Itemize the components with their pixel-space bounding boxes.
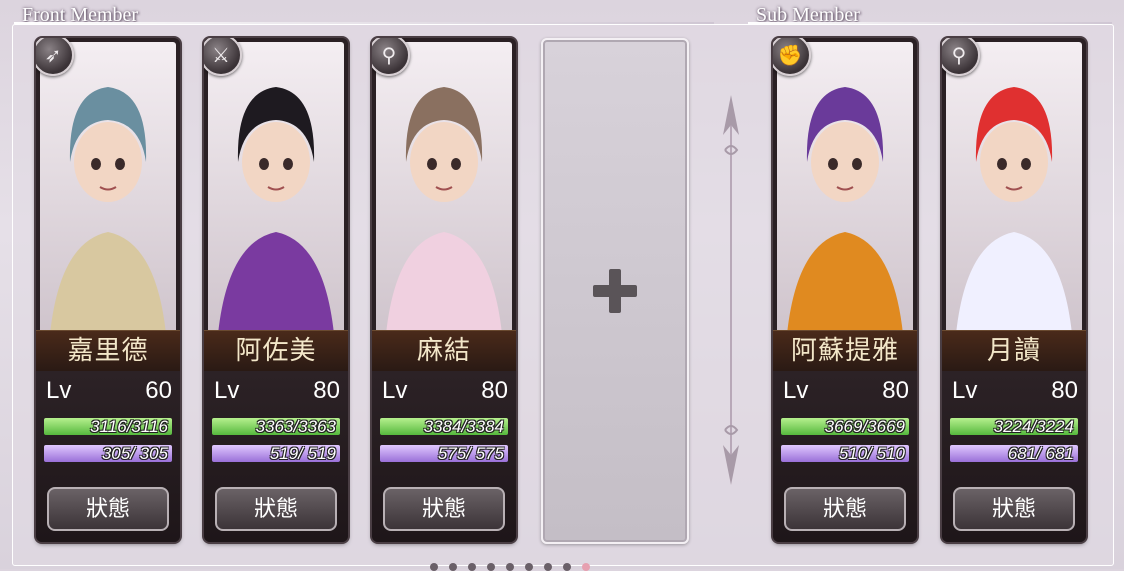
member-stats: Lv 60 3116/3116 305/ 305 狀態 <box>36 371 180 542</box>
member-card[interactable]: ➶ 嘉里德 Lv 60 3116/3116 305/ 305 狀態 <box>36 38 180 542</box>
level-value: 80 <box>1051 377 1078 404</box>
plus-icon <box>593 269 637 313</box>
page-dot[interactable] <box>563 563 571 571</box>
level-label: Lv <box>382 377 408 404</box>
member-name: 阿蘇提雅 <box>773 330 917 372</box>
mp-bar: 305/ 305 <box>44 445 172 462</box>
hp-bar: 3363/3363 <box>212 418 340 435</box>
member-stats: Lv 80 3384/3384 575/ 575 狀態 <box>372 371 516 542</box>
member-card[interactable]: ⚲ 麻結 Lv 80 3384/3384 575/ 575 狀態 <box>372 38 516 542</box>
member-name: 月讀 <box>942 330 1086 372</box>
empty-member-slot[interactable] <box>541 38 689 544</box>
page-dot[interactable] <box>430 563 438 571</box>
character-portrait[interactable] <box>208 42 344 334</box>
divider-ornament <box>723 95 739 485</box>
member-stats: Lv 80 3363/3363 519/ 519 狀態 <box>204 371 348 542</box>
level-value: 80 <box>882 377 909 404</box>
level-label: Lv <box>214 377 240 404</box>
level-label: Lv <box>952 377 978 404</box>
hp-bar: 3116/3116 <box>44 418 172 435</box>
level-value: 80 <box>313 377 340 404</box>
level-label: Lv <box>46 377 72 404</box>
page-dot[interactable] <box>506 563 514 571</box>
page-dot[interactable] <box>487 563 495 571</box>
mp-bar: 510/ 510 <box>781 445 909 462</box>
status-button[interactable]: 狀態 <box>784 487 906 531</box>
member-card[interactable]: ⚔ 阿佐美 Lv 80 3363/3363 519/ 519 狀態 <box>204 38 348 542</box>
mp-bar: 519/ 519 <box>212 445 340 462</box>
page-dot[interactable] <box>544 563 552 571</box>
level-value: 80 <box>481 377 508 404</box>
member-card[interactable]: ⚲ 月讀 Lv 80 3224/3224 681/ 681 狀態 <box>942 38 1086 542</box>
member-card[interactable]: ✊ 阿蘇提雅 Lv 80 3669/3669 510/ 510 狀態 <box>773 38 917 542</box>
hp-bar: 3669/3669 <box>781 418 909 435</box>
status-button[interactable]: 狀態 <box>47 487 169 531</box>
hp-bar: 3384/3384 <box>380 418 508 435</box>
status-button[interactable]: 狀態 <box>215 487 337 531</box>
member-name: 麻結 <box>372 330 516 372</box>
page-dot[interactable] <box>449 563 457 571</box>
character-portrait[interactable] <box>376 42 512 334</box>
member-name: 嘉里德 <box>36 330 180 372</box>
page-dot[interactable] <box>525 563 533 571</box>
mp-bar: 681/ 681 <box>950 445 1078 462</box>
page-dot[interactable] <box>468 563 476 571</box>
status-button[interactable]: 狀態 <box>953 487 1075 531</box>
pagination-dots <box>430 563 590 571</box>
character-portrait[interactable] <box>946 42 1082 334</box>
level-value: 60 <box>145 377 172 404</box>
hp-bar: 3224/3224 <box>950 418 1078 435</box>
member-stats: Lv 80 3224/3224 681/ 681 狀態 <box>942 371 1086 542</box>
status-button[interactable]: 狀態 <box>383 487 505 531</box>
level-label: Lv <box>783 377 809 404</box>
character-portrait[interactable] <box>40 42 176 334</box>
page-dot[interactable] <box>582 563 590 571</box>
member-stats: Lv 80 3669/3669 510/ 510 狀態 <box>773 371 917 542</box>
member-name: 阿佐美 <box>204 330 348 372</box>
mp-bar: 575/ 575 <box>380 445 508 462</box>
character-portrait[interactable] <box>777 42 913 334</box>
